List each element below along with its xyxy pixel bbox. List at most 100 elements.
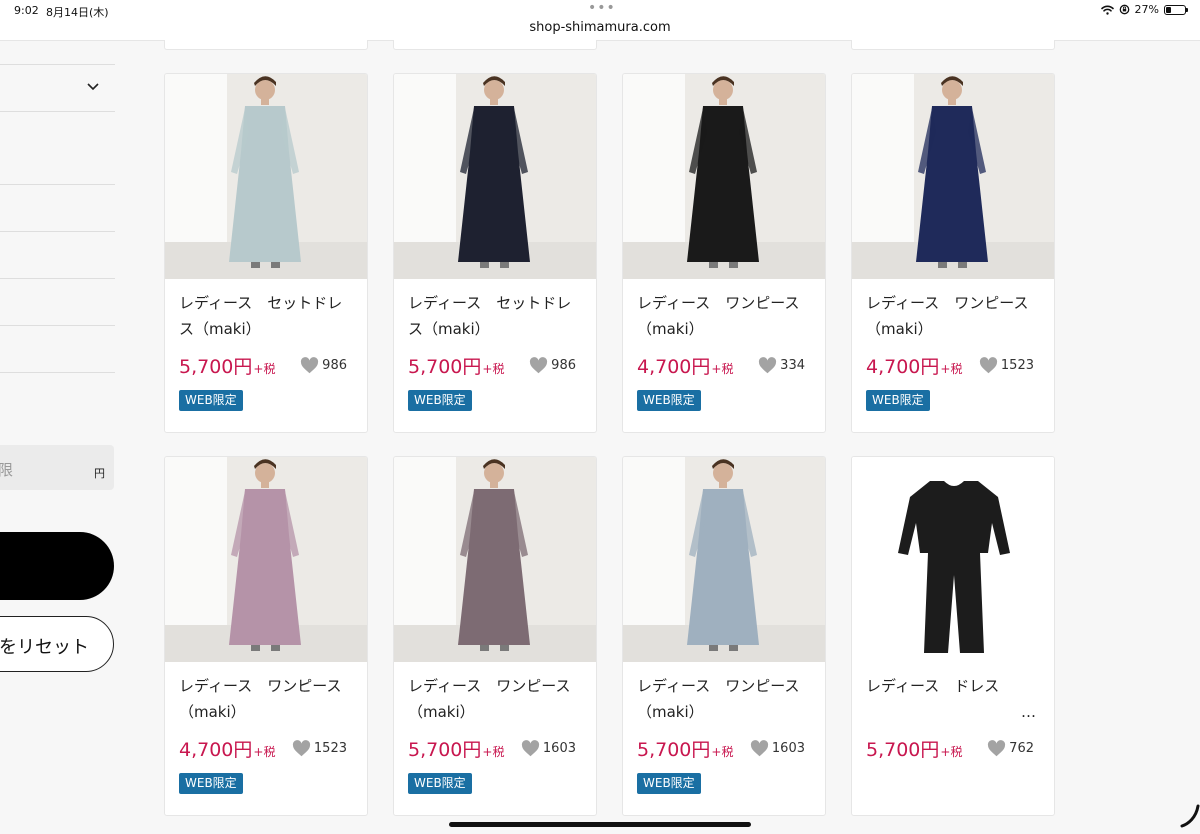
product-card[interactable]: レディース ドレス … 5,700円+税 762 [851,456,1055,816]
web-only-badge: WEB限定 [179,390,243,411]
price-tax: +税 [711,362,734,376]
web-only-badge: WEB限定 [637,773,701,794]
price-tax: +税 [253,362,276,376]
product-price: 4,700円+税 [179,735,275,762]
divider [0,111,115,112]
product-name-text: レディース ワンピース（maki） [637,294,800,338]
price-tax: +税 [711,745,734,759]
heart-icon [759,357,777,374]
product-card[interactable]: レディース ワンピース（maki） 5,700円+税 1603 WEB限定 [393,456,597,816]
web-only-badge: WEB限定 [408,390,472,411]
favorite-button[interactable]: 1603 [750,740,805,757]
product-name[interactable]: レディース ワンピース（maki） [866,290,1044,342]
address-url[interactable]: shop-shimamura.com [0,20,1200,35]
product-price: 5,700円+税 [179,352,275,379]
reset-filters-button[interactable]: をリセット [0,616,114,672]
favorite-button[interactable]: 986 [300,357,347,374]
status-time: 9:02 [14,4,39,17]
product-name[interactable]: レディース セットドレス（maki） [179,290,357,342]
product-name[interactable]: レディース ドレス … [866,673,1044,721]
status-bar: 9:02 8月14日(木) ••• shop-shimamura.com 27% [0,0,1200,41]
price-tax: +税 [482,362,505,376]
heart-icon [521,740,540,757]
divider [0,231,115,232]
search-button[interactable] [0,532,114,600]
battery-icon [1164,4,1188,15]
heart-icon [530,357,548,374]
price-tax: +税 [253,745,276,759]
product-card[interactable]: レディース ワンピース（maki） 4,700円+税 1523 WEB限定 [164,456,368,816]
product-image[interactable] [623,457,825,662]
max-price-placeholder: 限 [0,461,14,479]
product-image[interactable] [852,74,1054,279]
like-count: 334 [780,358,805,373]
chevron-down-icon[interactable] [86,82,100,92]
divider [0,184,115,185]
price-unit: 円 [94,467,105,480]
product-card[interactable]: レディース ワンピース（maki） 5,700円+税 1603 WEB限定 [622,456,826,816]
product-price: 4,700円+税 [637,352,733,379]
favorite-button[interactable]: 334 [758,357,805,374]
heart-icon [988,740,1006,757]
more-ellipsis: … [1021,703,1036,721]
web-only-badge: WEB限定 [637,390,701,411]
product-name-text: レディース ドレス [866,677,1000,695]
product-name[interactable]: レディース ワンピース（maki） [637,290,815,342]
favorite-button[interactable]: 986 [529,357,576,374]
product-name-text: レディース セットドレス（maki） [408,294,572,338]
favorite-button[interactable]: 1523 [979,357,1034,374]
price-tax: +税 [940,362,963,376]
favorite-button[interactable]: 762 [987,740,1034,757]
max-price-input[interactable]: 限 円 [0,445,114,490]
heart-icon [979,357,998,374]
product-name[interactable]: レディース ワンピース（maki） [408,673,586,725]
product-name[interactable]: レディース ワンピース（maki） [179,673,357,725]
status-indicators: 27% [1100,3,1188,16]
heart-icon [292,740,311,757]
favorite-button[interactable]: 1603 [521,740,576,757]
product-image[interactable] [623,74,825,279]
like-count: 1523 [313,741,347,756]
favorite-button[interactable]: 1523 [292,740,347,757]
product-card[interactable]: レディース セットドレス（maki） 5,700円+税 986 WEB限定 [393,73,597,433]
battery-fill [1166,6,1171,13]
product-price: 5,700円+税 [637,735,733,762]
product-name[interactable]: レディース ワンピース（maki） [637,673,815,725]
reset-label: をリセット [0,637,89,658]
price-value: 5,700円 [179,356,253,378]
web-only-badge: WEB限定 [408,773,472,794]
product-image[interactable] [165,74,367,279]
product-card[interactable]: レディース セットドレス（maki） 5,700円+税 986 WEB限定 [164,73,368,433]
like-count: 1523 [1000,358,1034,373]
product-name-text: レディース ワンピース（maki） [866,294,1029,338]
product-name[interactable]: レディース セットドレス（maki） [408,290,586,342]
product-card-stub[interactable] [393,40,597,50]
rotation-lock-icon [1119,4,1129,15]
wifi-icon [1100,5,1114,15]
like-count: 986 [551,358,576,373]
status-date: 8月14日(木) [46,6,109,19]
product-card-stub[interactable] [851,40,1055,50]
divider [0,64,115,65]
divider [0,372,115,373]
product-card-stub[interactable] [164,40,368,50]
product-card[interactable]: レディース ワンピース（maki） 4,700円+税 1523 WEB限定 [851,73,1055,433]
product-price: 4,700円+税 [866,352,962,379]
pencil-edge-icon [1180,804,1200,828]
product-card[interactable]: レディース ワンピース（maki） 4,700円+税 334 WEB限定 [622,73,826,433]
product-price: 5,700円+税 [408,352,504,379]
like-count: 1603 [771,741,805,756]
heart-icon [301,357,319,374]
product-name-text: レディース ワンピース（maki） [179,677,342,721]
more-dots-icon[interactable]: ••• [588,0,616,16]
product-image[interactable] [852,457,1054,662]
divider [0,278,115,279]
product-name-text: レディース ワンピース（maki） [408,677,571,721]
like-count: 1603 [542,741,576,756]
divider [0,325,115,326]
product-image[interactable] [165,457,367,662]
product-image[interactable] [394,74,596,279]
product-name-text: レディース ワンピース（maki） [637,677,800,721]
price-tax: +税 [482,745,505,759]
product-image[interactable] [394,457,596,662]
